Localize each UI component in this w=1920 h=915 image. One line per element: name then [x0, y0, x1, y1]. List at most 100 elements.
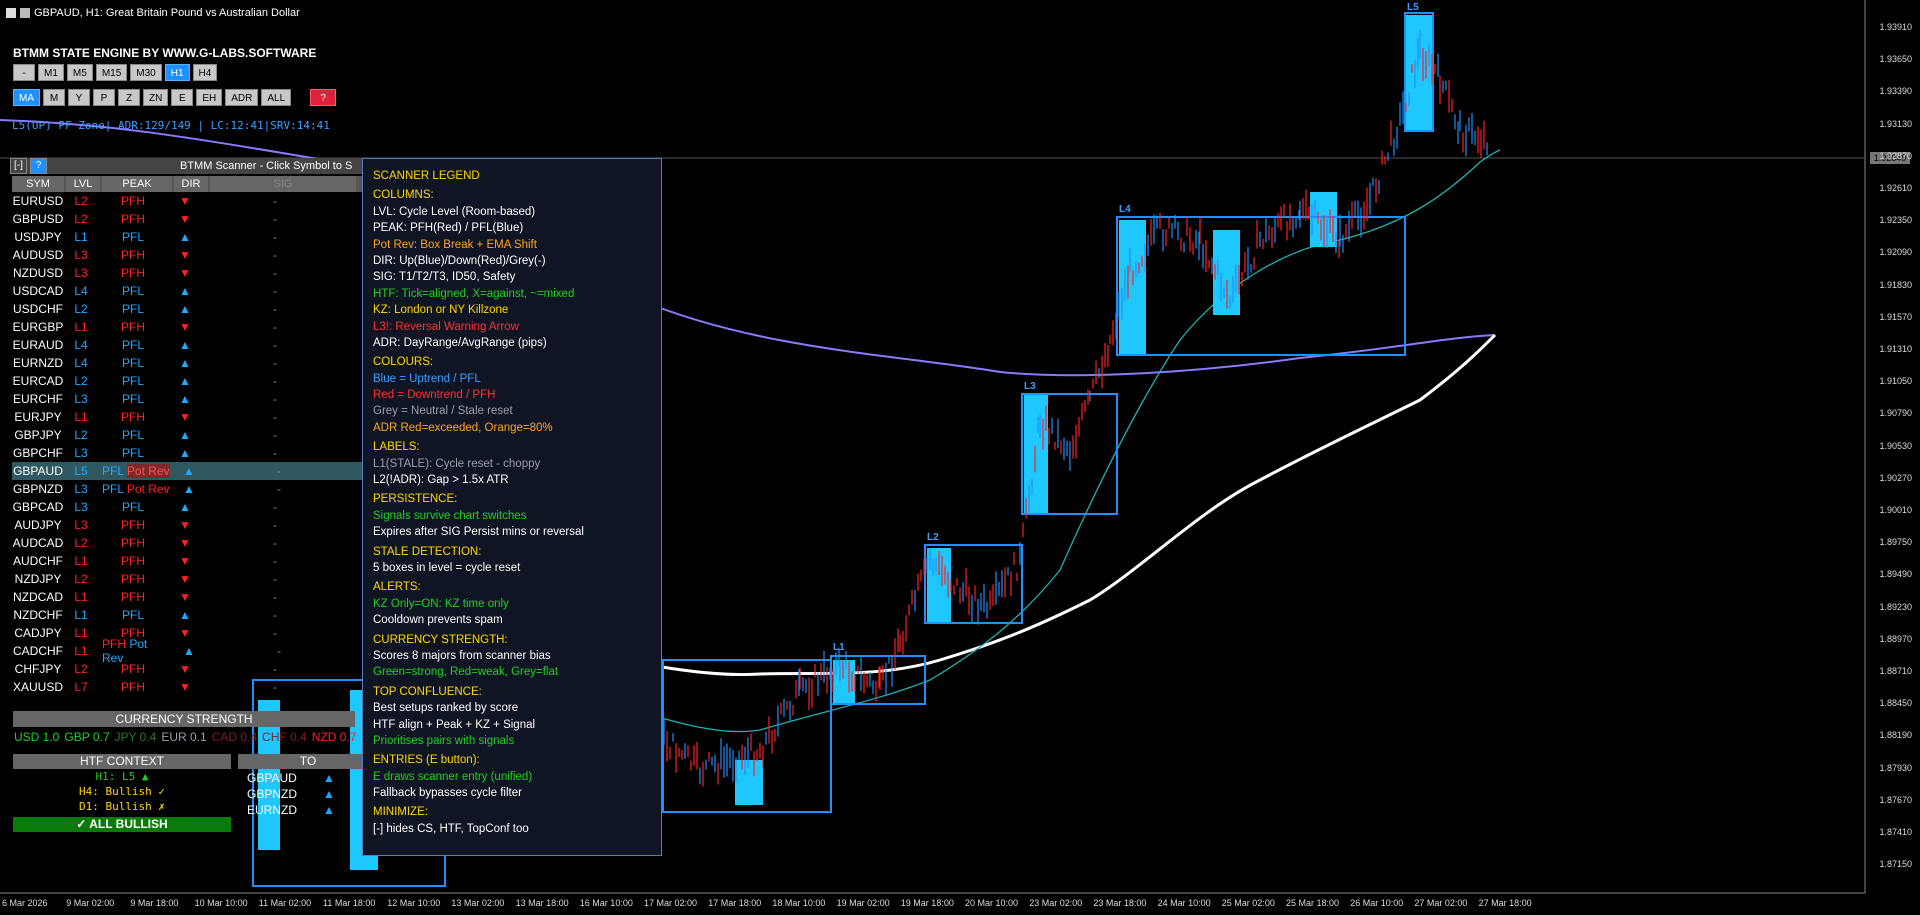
scanner-row[interactable]: CADJPY L1 PFH ▼ -: [12, 624, 362, 642]
scanner-symbol[interactable]: AUDUSD: [12, 248, 64, 262]
down-arrow-icon: ▼: [179, 248, 191, 262]
scanner-symbol[interactable]: AUDCAD: [12, 536, 64, 550]
top-confluence-symbol[interactable]: EURNZD: [238, 803, 323, 817]
up-arrow-icon: ▲: [183, 464, 195, 478]
scanner-row[interactable]: GBPUSD L2 PFH ▼ -: [12, 210, 362, 228]
scanner-row[interactable]: NZDCHF L1 PFL ▲ -: [12, 606, 362, 624]
scanner-row[interactable]: AUDCHF L1 PFH ▼ -: [12, 552, 362, 570]
scanner-level: L2: [74, 428, 88, 442]
top-confluence-row[interactable]: GBPAUD ▲: [238, 770, 368, 786]
tool-button-e[interactable]: E: [171, 89, 194, 106]
legend-line: HTF: Tick=aligned, X=against, ~=mixed: [373, 287, 575, 300]
scanner-row[interactable]: CADCHF L1 PFH Pot Rev ▲ -: [12, 637, 362, 665]
scanner-symbol[interactable]: XAUUSD: [12, 680, 64, 694]
scanner-symbol[interactable]: AUDJPY: [12, 518, 64, 532]
tool-button-adr[interactable]: ADR: [225, 89, 259, 106]
scanner-row[interactable]: XAUUSD L7 PFH ▼ -: [12, 678, 362, 696]
tool-button-m[interactable]: M: [43, 89, 65, 106]
up-arrow-icon: ▲: [179, 230, 191, 244]
level-zone-fill: [1406, 15, 1432, 130]
scanner-peak: PFL: [121, 302, 144, 316]
scanner-symbol[interactable]: NZDCAD: [12, 590, 64, 604]
scanner-symbol[interactable]: EURCAD: [12, 374, 64, 388]
scanner-row[interactable]: AUDCAD L2 PFH ▼ -: [12, 534, 362, 552]
scanner-row[interactable]: NZDUSD L3 PFH ▼ -: [12, 264, 362, 282]
scanner-row[interactable]: USDJPY L1 PFL ▲ -: [12, 228, 362, 246]
scanner-symbol[interactable]: EURUSD: [12, 194, 64, 208]
down-arrow-icon: ▼: [179, 554, 191, 568]
scanner-signal: -: [273, 266, 277, 280]
scanner-symbol[interactable]: GBPAUD: [12, 464, 64, 478]
scanner-symbol[interactable]: EURAUD: [12, 338, 64, 352]
scanner-symbol[interactable]: EURGBP: [12, 320, 64, 334]
scanner-row[interactable]: CHFJPY L2 PFH ▼ -: [12, 660, 362, 678]
scanner-symbol[interactable]: CADCHF: [12, 644, 64, 658]
scanner-symbol[interactable]: GBPCHF: [12, 446, 64, 460]
scanner-row[interactable]: NZDCAD L1 PFH ▼ -: [12, 588, 362, 606]
scanner-row[interactable]: EURNZD L4 PFL ▲ -: [12, 354, 362, 372]
tool-button-all[interactable]: ALL: [261, 89, 292, 106]
scanner-row[interactable]: EURUSD L2 PFH ▼ -: [12, 192, 362, 210]
scanner-col-lvl: LVL: [66, 176, 100, 192]
scanner-symbol[interactable]: CADJPY: [12, 626, 64, 640]
scanner-row[interactable]: GBPJPY L2 PFL ▲ -: [12, 426, 362, 444]
tf-button-m30[interactable]: M30: [130, 64, 162, 81]
top-confluence-symbol[interactable]: GBPNZD: [238, 787, 323, 801]
scanner-row[interactable]: EURAUD L4 PFL ▲ -: [12, 336, 362, 354]
scanner-symbol[interactable]: EURCHF: [12, 392, 64, 406]
scanner-minimize-button[interactable]: [-]: [10, 158, 27, 174]
scanner-col-dir: DIR: [174, 176, 208, 192]
tool-button-eh[interactable]: EH: [196, 89, 223, 106]
scanner-row[interactable]: GBPCHF L3 PFL ▲ -: [12, 444, 362, 462]
top-confluence-row[interactable]: GBPNZD ▲: [238, 786, 368, 802]
scanner-row[interactable]: USDCHF L2 PFL ▲ -: [12, 300, 362, 318]
legend-line: HTF align + Peak + KZ + Signal: [373, 718, 536, 731]
tf-button-h1[interactable]: H1: [164, 64, 190, 81]
time-tick-label: 10 Mar 10:00: [194, 898, 248, 908]
scanner-symbol[interactable]: NZDJPY: [12, 572, 64, 586]
scanner-symbol[interactable]: USDJPY: [12, 230, 64, 244]
scanner-row[interactable]: EURJPY L1 PFH ▼ -: [12, 408, 362, 426]
scanner-level: L3: [74, 392, 88, 406]
scanner-symbol[interactable]: GBPJPY: [12, 428, 64, 442]
scanner-row[interactable]: EURGBP L1 PFH ▼ -: [12, 318, 362, 336]
scanner-signal: -: [273, 392, 277, 406]
tool-button-y[interactable]: Y: [68, 89, 90, 106]
scanner-row[interactable]: GBPNZD L3 PFL Pot Rev ▲ -: [12, 480, 362, 498]
tf-button-h4[interactable]: H4: [192, 64, 218, 81]
scanner-row[interactable]: AUDUSD L3 PFH ▼ -: [12, 246, 362, 264]
scanner-symbol[interactable]: NZDUSD: [12, 266, 64, 280]
scanner-row[interactable]: NZDJPY L2 PFH ▼ -: [12, 570, 362, 588]
scanner-symbol[interactable]: AUDCHF: [12, 554, 64, 568]
scanner-row[interactable]: GBPCAD L3 PFL ▲ -: [12, 498, 362, 516]
scanner-row[interactable]: AUDJPY L3 PFH ▼ -: [12, 516, 362, 534]
legend-line: DIR: Up(Blue)/Down(Red)/Grey(-): [373, 254, 546, 267]
scanner-symbol[interactable]: GBPCAD: [12, 500, 64, 514]
tool-button-p[interactable]: P: [93, 89, 115, 106]
top-confluence-row[interactable]: EURNZD ▲: [238, 802, 368, 818]
tool-button-zn[interactable]: ZN: [143, 89, 169, 106]
tool-button-ma[interactable]: MA: [13, 89, 40, 106]
top-confluence-symbol[interactable]: GBPAUD: [238, 771, 323, 785]
scanner-symbol[interactable]: GBPUSD: [12, 212, 64, 226]
level-zone-fill: [735, 760, 763, 805]
tf-button-m5[interactable]: M5: [66, 64, 93, 81]
scanner-symbol[interactable]: EURJPY: [12, 410, 64, 424]
tool-button-z[interactable]: Z: [118, 89, 140, 106]
scanner-row[interactable]: USDCAD L4 PFL ▲ -: [12, 282, 362, 300]
scanner-row[interactable]: GBPAUD L5 PFL Pot Rev ▲ -: [12, 462, 362, 480]
scanner-row[interactable]: EURCHF L3 PFL ▲ -: [12, 390, 362, 408]
scanner-symbol[interactable]: NZDCHF: [12, 608, 64, 622]
tf-button-minus[interactable]: -: [13, 64, 35, 81]
scanner-symbol[interactable]: EURNZD: [12, 356, 64, 370]
scanner-help-button[interactable]: ?: [30, 158, 47, 174]
scanner-symbol[interactable]: CHFJPY: [12, 662, 64, 676]
scanner-symbol[interactable]: USDCHF: [12, 302, 64, 316]
scanner-symbol[interactable]: GBPNZD: [12, 482, 64, 496]
scanner-row[interactable]: EURCAD L2 PFL ▲ -: [12, 372, 362, 390]
tool-button-help[interactable]: ?: [310, 89, 337, 106]
scanner-symbol[interactable]: USDCAD: [12, 284, 64, 298]
tf-button-m1[interactable]: M1: [38, 64, 64, 81]
brand-title: BTMM STATE ENGINE BY WWW.G-LABS.SOFTWARE: [13, 46, 317, 60]
tf-button-m15[interactable]: M15: [95, 64, 128, 81]
